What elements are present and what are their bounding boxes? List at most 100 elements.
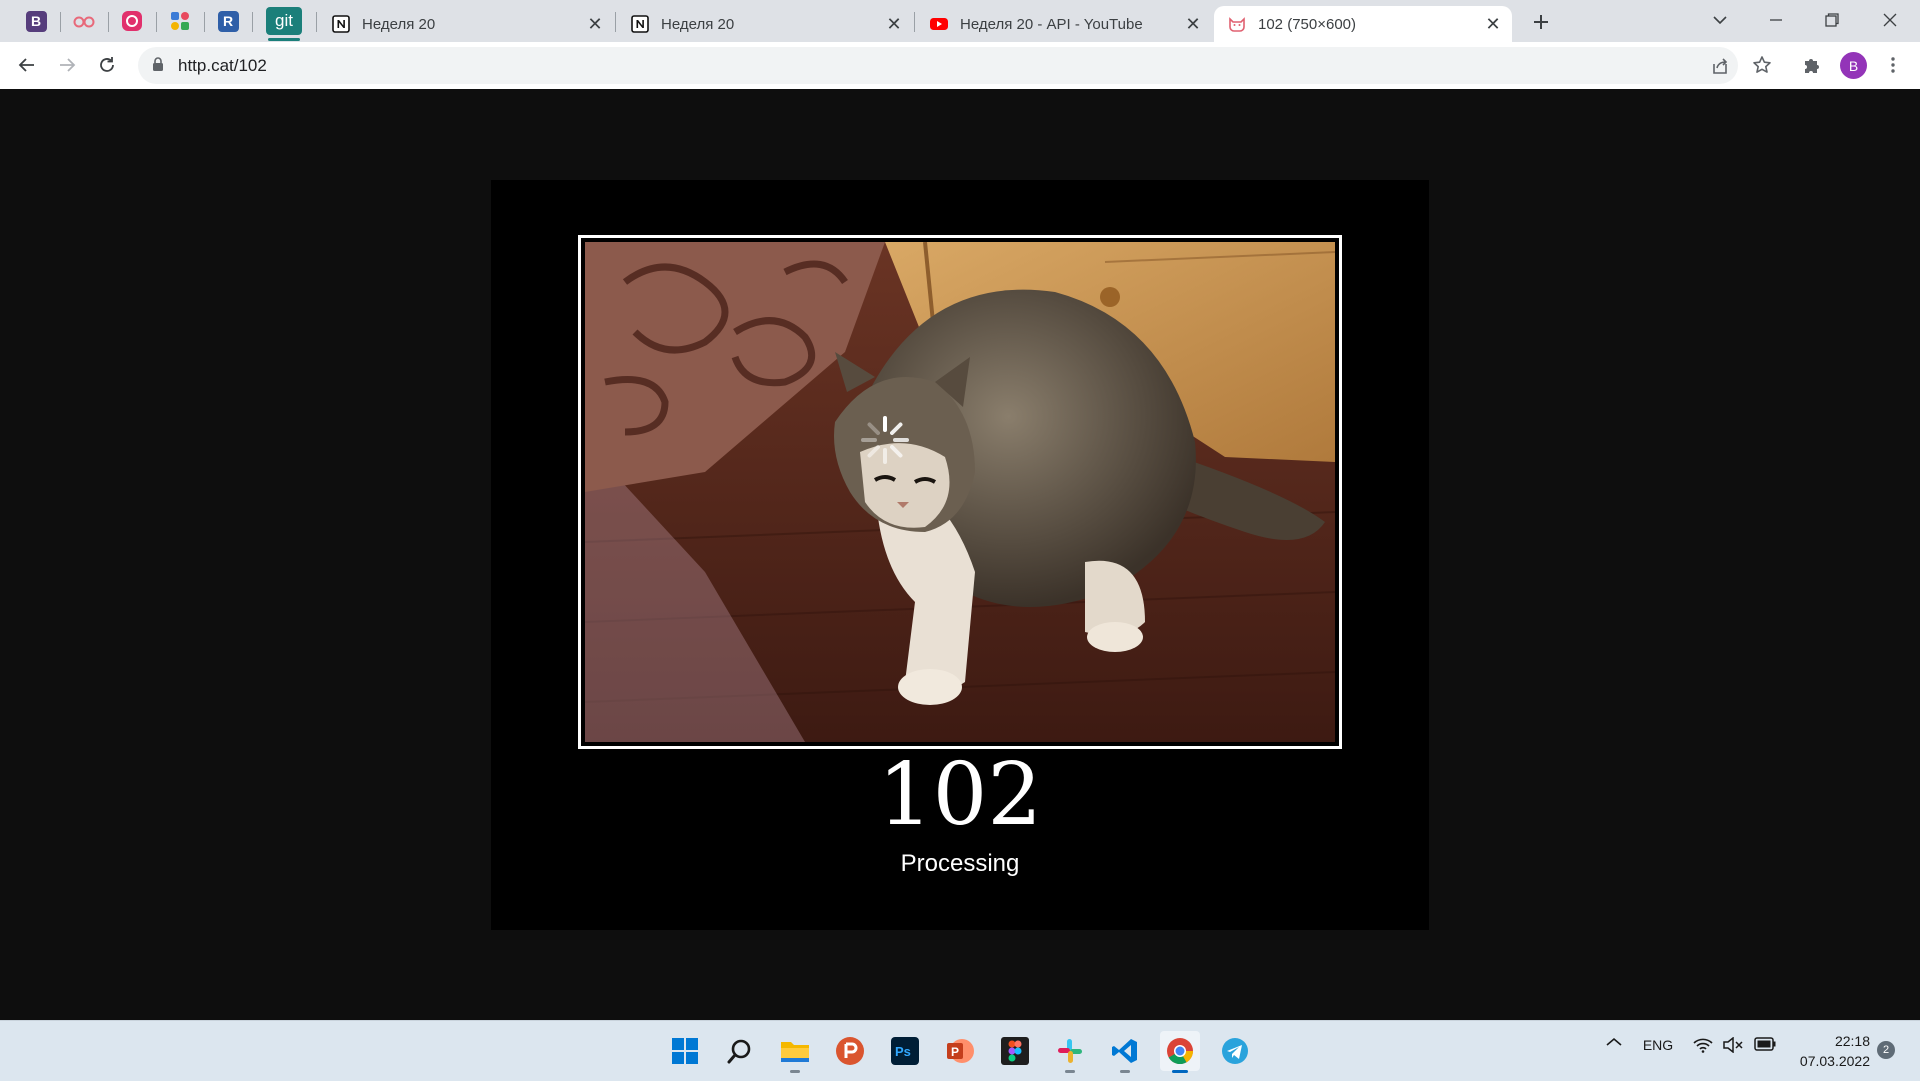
http-cat-image: 102 Processing xyxy=(491,180,1429,930)
tab-close-icon[interactable]: ✕ xyxy=(584,13,606,35)
notion-icon xyxy=(631,15,649,33)
tab-close-icon[interactable]: ✕ xyxy=(1482,13,1504,35)
menu-button[interactable] xyxy=(1876,48,1910,82)
tab-title: Неделя 20 - API - YouTube xyxy=(960,15,1143,33)
plus-icon xyxy=(1534,15,1548,29)
battery-status[interactable] xyxy=(1752,1037,1778,1051)
tab-title: 102 (750×600) xyxy=(1258,15,1356,33)
taskbar-figma[interactable] xyxy=(995,1031,1035,1071)
system-clock[interactable]: 22:18 07.03.2022 xyxy=(1786,1031,1870,1071)
tab-title: Неделя 20 xyxy=(362,15,436,33)
clock-time: 22:18 xyxy=(1834,1033,1870,1049)
search-icon xyxy=(727,1039,751,1064)
page-viewport: 102 Processing xyxy=(0,89,1920,1020)
pinned-tab-git[interactable]: git xyxy=(262,5,306,41)
star-icon xyxy=(1753,56,1771,73)
figma-icon xyxy=(1001,1037,1029,1065)
chevron-down-icon xyxy=(1713,16,1727,25)
puzzle-icon xyxy=(1805,59,1819,73)
pinned-tab-bootstrap[interactable]: B xyxy=(14,5,58,37)
tab-close-icon[interactable]: ✕ xyxy=(883,13,905,35)
taskbar-search-button[interactable] xyxy=(720,1031,760,1071)
chevron-up-icon xyxy=(1606,1037,1622,1046)
restore-button[interactable] xyxy=(1804,0,1860,40)
arrow-left-icon xyxy=(18,58,34,72)
profile-avatar[interactable]: B xyxy=(1840,52,1867,79)
cat-photo xyxy=(585,242,1335,742)
pinned-tab-dribbble[interactable] xyxy=(110,5,154,37)
wifi-status[interactable] xyxy=(1692,1037,1714,1053)
instagram-style-icon xyxy=(122,11,142,31)
photo-frame xyxy=(578,235,1342,749)
photoshop-icon: Ps xyxy=(891,1037,919,1065)
status-code: 102 xyxy=(877,745,1043,845)
tab-notion-1[interactable]: Неделя 20 ✕ xyxy=(318,6,614,42)
status-text: Processing xyxy=(900,850,1020,877)
notification-badge[interactable]: 2 xyxy=(1877,1041,1895,1059)
back-button[interactable] xyxy=(10,48,44,82)
extensions-button[interactable] xyxy=(1795,48,1829,82)
tab-search-button[interactable] xyxy=(1692,0,1748,40)
browser-tab-strip: B R git Неделя 20 ✕ Неделя 20 ✕ Неделя 2… xyxy=(0,0,1920,42)
chrome-icon xyxy=(1167,1038,1194,1065)
windows-taskbar: Ps P ENG 22:18 07.03.2022 2 xyxy=(0,1020,1920,1081)
lock-icon xyxy=(153,57,163,71)
minimize-button[interactable] xyxy=(1748,0,1804,40)
wifi-icon xyxy=(1693,1038,1713,1053)
tab-youtube[interactable]: Неделя 20 - API - YouTube ✕ xyxy=(916,6,1212,42)
language-indicator[interactable]: ENG xyxy=(1638,1037,1678,1053)
pinned-tab-apps[interactable] xyxy=(158,5,202,37)
git-icon: git xyxy=(266,7,302,35)
forward-button[interactable] xyxy=(50,48,84,82)
tab-http-cat[interactable]: 102 (750×600) ✕ xyxy=(1214,6,1512,42)
taskbar-chrome[interactable] xyxy=(1160,1031,1200,1073)
slack-icon xyxy=(1058,1039,1082,1063)
reload-icon xyxy=(100,57,114,72)
kebab-menu-icon xyxy=(1891,57,1895,73)
address-bar[interactable]: http.cat/102 xyxy=(138,47,1738,84)
tab-close-icon[interactable]: ✕ xyxy=(1182,13,1204,35)
taskbar-telegram[interactable] xyxy=(1215,1031,1255,1071)
tray-overflow-button[interactable] xyxy=(1602,1037,1626,1047)
minimize-icon xyxy=(1770,19,1782,21)
new-tab-button[interactable] xyxy=(1528,9,1554,35)
arrow-right-icon xyxy=(60,58,76,72)
taskbar-file-explorer[interactable] xyxy=(775,1031,815,1073)
svg-text:P: P xyxy=(951,1045,959,1059)
browser-toolbar: http.cat/102 B xyxy=(0,42,1920,90)
tab-notion-2[interactable]: Неделя 20 ✕ xyxy=(617,6,913,42)
windows-start-icon xyxy=(672,1038,698,1064)
pinned-tab-r[interactable]: R xyxy=(206,5,250,37)
close-icon xyxy=(1883,13,1897,27)
restore-icon xyxy=(1825,13,1839,27)
youtube-icon xyxy=(930,18,948,30)
taskbar-producthunt[interactable] xyxy=(830,1031,870,1071)
close-window-button[interactable] xyxy=(1862,0,1918,40)
glasses-icon xyxy=(73,16,95,28)
taskbar-powerpoint[interactable]: P xyxy=(940,1031,980,1071)
share-icon[interactable] xyxy=(1710,56,1730,76)
speaker-muted-icon xyxy=(1723,1037,1743,1053)
reload-button[interactable] xyxy=(90,48,124,82)
start-button[interactable] xyxy=(665,1031,705,1071)
cat-icon xyxy=(1229,17,1245,32)
producthunt-icon xyxy=(836,1037,864,1065)
apps-grid-icon xyxy=(171,12,189,30)
vscode-icon xyxy=(1112,1039,1137,1063)
bootstrap-icon: B xyxy=(25,10,47,32)
svg-text:Ps: Ps xyxy=(895,1044,911,1059)
taskbar-slack[interactable] xyxy=(1050,1031,1090,1073)
bookmark-star-button[interactable] xyxy=(1745,48,1779,82)
pinned-tab-glasses[interactable] xyxy=(62,5,106,37)
clock-date: 07.03.2022 xyxy=(1799,1053,1870,1069)
powerpoint-icon: P xyxy=(947,1039,974,1063)
battery-icon xyxy=(1754,1037,1776,1051)
taskbar-vscode[interactable] xyxy=(1105,1031,1145,1073)
file-explorer-icon xyxy=(781,1042,809,1062)
r-letter-icon: R xyxy=(217,10,239,32)
telegram-icon xyxy=(1222,1038,1248,1064)
url-text: http.cat/102 xyxy=(178,56,267,75)
taskbar-photoshop[interactable]: Ps xyxy=(885,1031,925,1071)
tab-title: Неделя 20 xyxy=(661,15,735,33)
volume-status[interactable] xyxy=(1722,1037,1744,1053)
